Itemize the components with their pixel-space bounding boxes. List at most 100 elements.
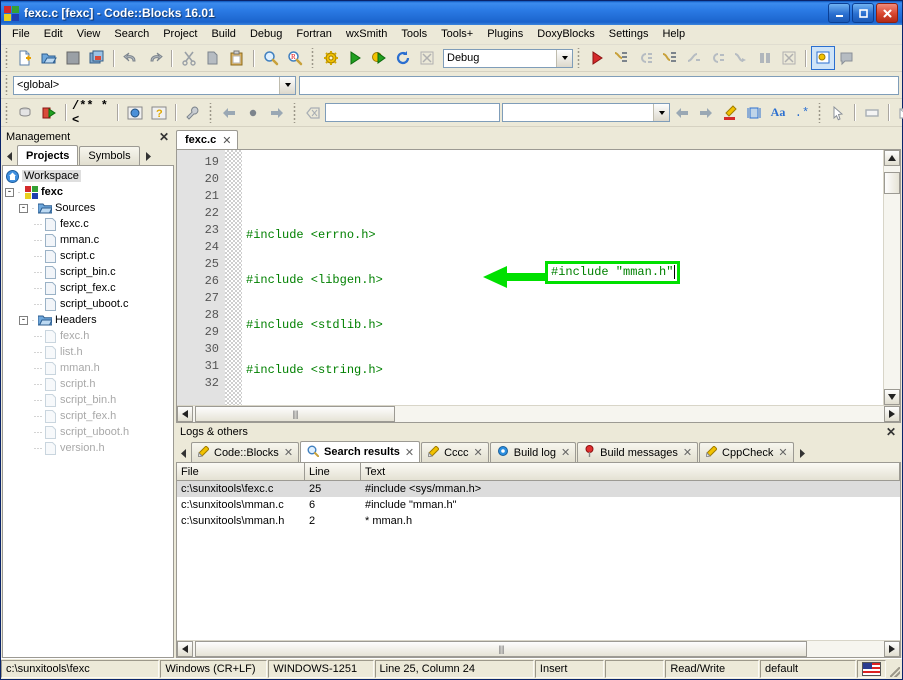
scroll-left-button[interactable]: [177, 406, 193, 422]
editor-vertical-scrollbar[interactable]: [883, 150, 900, 405]
management-close-button[interactable]: ✕: [159, 131, 169, 143]
new-file-icon[interactable]: [14, 47, 36, 69]
menu-fortran[interactable]: Fortran: [289, 26, 338, 43]
tabstrip-next-button[interactable]: [141, 147, 156, 165]
menu-settings[interactable]: Settings: [602, 26, 656, 43]
logs-tab-cppcheck[interactable]: CppCheck ✕: [699, 442, 794, 462]
logs-tab-close-icon[interactable]: ✕: [474, 446, 483, 459]
tree-expander[interactable]: -: [5, 187, 14, 197]
logs-horizontal-scrollbar[interactable]: ||||: [177, 640, 900, 657]
editor-tab-fexc-c[interactable]: fexc.c ✕: [176, 130, 239, 149]
tree-item-version-h[interactable]: ··· version.h: [5, 440, 173, 456]
search-results-grid[interactable]: File Line Text c:\sunxitools\fexc.c 25 #…: [176, 463, 901, 658]
open-file-icon[interactable]: [38, 47, 60, 69]
nav-right-arrow-icon[interactable]: [695, 102, 717, 124]
paste-icon[interactable]: [226, 47, 248, 69]
toolbar-grip-debug[interactable]: [576, 48, 583, 68]
tree-item-workspace[interactable]: Workspace: [5, 168, 173, 184]
menu-project[interactable]: Project: [156, 26, 204, 43]
debugging-windows-icon[interactable]: [811, 46, 835, 70]
scope-combo[interactable]: <global>: [13, 75, 296, 95]
step-into-icon[interactable]: [658, 47, 680, 69]
tree-item-script-uboot-h[interactable]: ··· script_uboot.h: [5, 424, 173, 440]
menu-plugins[interactable]: Plugins: [480, 26, 530, 43]
table-row[interactable]: c:\sunxitools\mman.h 2 * mman.h: [177, 513, 900, 529]
regex-icon[interactable]: .*: [791, 102, 813, 124]
logs-tab-close-icon[interactable]: ✕: [683, 446, 692, 459]
toolbar-grip-nav[interactable]: [208, 102, 215, 123]
tree-item-list-h[interactable]: ··· list.h: [5, 344, 173, 360]
tree-expander[interactable]: -: [19, 315, 28, 325]
tree-item-script-c[interactable]: ··· script.c: [5, 248, 173, 264]
chevron-down-icon[interactable]: [556, 49, 572, 67]
build-and-run-icon[interactable]: [368, 47, 390, 69]
tree-item-sources[interactable]: - · Sources: [5, 200, 173, 216]
toolbar-grip-wxsmith[interactable]: [817, 102, 824, 123]
menu-view[interactable]: View: [70, 26, 108, 43]
toolbar-grip-scope[interactable]: [4, 75, 11, 95]
goto-input[interactable]: [502, 103, 670, 122]
menu-tools[interactable]: Tools: [394, 26, 434, 43]
tree-item-script-bin-h[interactable]: ··· script_bin.h: [5, 392, 173, 408]
tab-projects[interactable]: Projects: [17, 145, 79, 165]
help-icon[interactable]: ?: [148, 102, 170, 124]
logs-tab-build-log[interactable]: Build log ✕: [489, 442, 577, 462]
save-all-icon[interactable]: [86, 47, 108, 69]
panel-icon[interactable]: [861, 102, 883, 124]
tab-symbols[interactable]: Symbols: [79, 146, 140, 165]
toolbar-grip-doxy[interactable]: [4, 102, 11, 123]
logs-tab-next-button[interactable]: [795, 444, 810, 462]
cut-icon[interactable]: [178, 47, 200, 69]
tree-item-script-uboot-c[interactable]: ··· script_uboot.c: [5, 296, 173, 312]
horizontal-scroll-track[interactable]: ||||: [193, 406, 884, 422]
run-to-cursor-icon[interactable]: [610, 47, 632, 69]
tree-item-script-h[interactable]: ··· script.h: [5, 376, 173, 392]
build-icon[interactable]: [320, 47, 342, 69]
logs-tab-codeblocks[interactable]: Code::Blocks ✕: [191, 442, 300, 462]
tree-item-fexc-c[interactable]: ··· fexc.c: [5, 216, 173, 232]
tree-item-mman-c[interactable]: ··· mman.c: [5, 232, 173, 248]
editor-tab-close-icon[interactable]: ✕: [222, 134, 231, 147]
wrench-icon[interactable]: [182, 102, 204, 124]
menu-doxyblocks[interactable]: DoxyBlocks: [530, 26, 601, 43]
toolbar-grip-main[interactable]: [4, 48, 11, 68]
vertical-scroll-thumb[interactable]: [884, 172, 900, 194]
menu-tools-plus[interactable]: Tools+: [434, 26, 480, 43]
tree-item-script-fex-c[interactable]: ··· script_fex.c: [5, 280, 173, 296]
menu-build[interactable]: Build: [204, 26, 242, 43]
editor-horizontal-scrollbar[interactable]: ||||: [177, 405, 900, 422]
tree-item-fexc-h[interactable]: ··· fexc.h: [5, 328, 173, 344]
find-input[interactable]: [325, 103, 500, 122]
logs-scroll-right-button[interactable]: [884, 641, 900, 657]
logs-tab-close-icon[interactable]: ✕: [405, 446, 414, 459]
window-resize-grip[interactable]: [887, 659, 902, 679]
browser-icon[interactable]: [124, 102, 146, 124]
logs-tab-close-icon[interactable]: ✕: [561, 446, 570, 459]
undo-icon[interactable]: [120, 47, 142, 69]
fold-margin[interactable]: [225, 150, 242, 405]
minimize-button[interactable]: [828, 3, 850, 23]
code-editor[interactable]: 19 20 21 22 23 24 25 26 27 28 29 30 31 3…: [176, 149, 901, 423]
nav-left-arrow-icon[interactable]: [671, 102, 693, 124]
next-line-icon[interactable]: [634, 47, 656, 69]
menu-wxsmith[interactable]: wxSmith: [339, 26, 395, 43]
pointer-icon[interactable]: [827, 102, 849, 124]
doxyblocks-run-icon[interactable]: [38, 102, 60, 124]
tree-item-script-fex-h[interactable]: ··· script_fex.h: [5, 408, 173, 424]
tree-item-headers[interactable]: - · Headers: [5, 312, 173, 328]
logs-horizontal-scroll-track[interactable]: ||||: [193, 641, 884, 657]
menu-edit[interactable]: Edit: [37, 26, 70, 43]
function-combo[interactable]: [299, 75, 899, 95]
replace-icon[interactable]: R: [284, 47, 306, 69]
tabstrip-prev-button[interactable]: [2, 147, 17, 165]
tree-expander[interactable]: -: [19, 203, 28, 213]
logs-tab-close-icon[interactable]: ✕: [778, 446, 787, 459]
logs-scroll-left-button[interactable]: [177, 641, 193, 657]
run-icon[interactable]: [344, 47, 366, 69]
logs-tab-build-messages[interactable]: Build messages ✕: [577, 442, 699, 462]
scroll-down-button[interactable]: [884, 389, 900, 405]
chevron-down-icon[interactable]: [279, 76, 295, 94]
column-header-text[interactable]: Text: [361, 463, 900, 481]
build-target-combo[interactable]: Debug: [443, 48, 573, 68]
comment-block-icon[interactable]: /** *<: [72, 99, 112, 127]
